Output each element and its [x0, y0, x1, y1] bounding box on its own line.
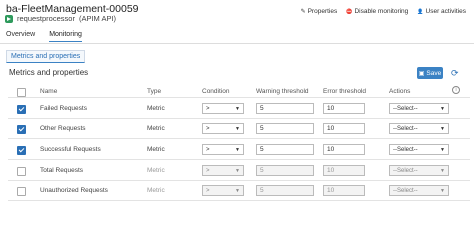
actions-value: --Select--: [393, 105, 418, 112]
row-divider: [8, 118, 470, 119]
tab-overview[interactable]: Overview: [6, 31, 35, 42]
condition-select[interactable]: > ▼: [202, 144, 244, 155]
col-warning: Warning threshold: [256, 88, 309, 95]
pencil-icon: ✎: [300, 9, 306, 15]
chevron-down-icon: ▼: [440, 187, 445, 194]
tab-monitoring[interactable]: Monitoring: [49, 31, 82, 42]
api-icon: [5, 14, 13, 23]
actions-select[interactable]: --Select-- ▼: [389, 103, 449, 114]
row-divider: [8, 180, 470, 181]
chevron-down-icon: ▼: [440, 105, 445, 112]
metric-name: Other Requests: [40, 125, 86, 132]
error-threshold-input[interactable]: 10: [323, 123, 365, 134]
chevron-down-icon: ▼: [440, 167, 445, 174]
metric-type: Metric: [147, 105, 165, 112]
header-actions: ✎ Properties ⛔ Disable monitoring 👤 User ac…: [301, 8, 466, 15]
actions-value: --Select--: [393, 167, 418, 174]
resource-subtitle: requestprocessor (APIM API): [5, 14, 116, 23]
error-threshold-input[interactable]: 10: [323, 103, 365, 114]
error-threshold-input[interactable]: 10: [323, 165, 365, 176]
warning-threshold-input[interactable]: 5: [256, 103, 314, 114]
resource-name: requestprocessor: [17, 14, 75, 23]
condition-select[interactable]: > ▼: [202, 185, 244, 196]
condition-select[interactable]: > ▼: [202, 165, 244, 176]
row-checkbox[interactable]: [17, 167, 26, 176]
warning-threshold-input[interactable]: 5: [256, 144, 314, 155]
user-activities-link[interactable]: 👤 User activities: [417, 8, 466, 15]
metric-name: Failed Requests: [40, 105, 87, 112]
actions-value: --Select--: [393, 187, 418, 194]
condition-select[interactable]: > ▼: [202, 103, 244, 114]
row-divider: [8, 138, 470, 139]
condition-value: >: [206, 125, 210, 132]
row-checkbox[interactable]: [17, 146, 26, 155]
metric-name: Successful Requests: [40, 146, 101, 153]
block-icon: ⛔: [346, 8, 353, 15]
condition-value: >: [206, 146, 210, 153]
actions-select[interactable]: --Select-- ▼: [389, 123, 449, 134]
chevron-down-icon: ▼: [235, 105, 240, 112]
actions-select[interactable]: --Select-- ▼: [389, 165, 449, 176]
save-icon: ▣: [418, 70, 425, 77]
main-tabs: Overview Monitoring: [6, 31, 82, 42]
actions-value: --Select--: [393, 125, 418, 132]
chevron-down-icon: ▼: [235, 167, 240, 174]
resource-type: (APIM API): [78, 14, 117, 23]
row-divider: [8, 200, 470, 201]
error-threshold-input[interactable]: 10: [323, 144, 365, 155]
chevron-down-icon: ▼: [235, 125, 240, 132]
metric-name: Total Requests: [40, 167, 83, 174]
warning-threshold-input[interactable]: 5: [256, 123, 314, 134]
actions-select[interactable]: --Select-- ▼: [389, 144, 449, 155]
properties-label: Properties: [307, 8, 338, 15]
col-actions: Actions: [389, 88, 411, 95]
select-all-checkbox[interactable]: [17, 88, 26, 97]
metric-type: Metric: [147, 146, 165, 153]
disable-monitoring-label: Disable monitoring: [354, 8, 409, 15]
chevron-down-icon: ▼: [235, 187, 240, 194]
condition-select[interactable]: > ▼: [202, 123, 244, 134]
section-title: Metrics and properties: [9, 68, 89, 77]
refresh-icon[interactable]: ⟳: [451, 68, 459, 79]
chevron-down-icon: ▼: [440, 125, 445, 132]
actions-select[interactable]: --Select-- ▼: [389, 185, 449, 196]
tab-divider: [0, 43, 474, 44]
save-button[interactable]: ▣ Save: [417, 67, 443, 79]
col-type: Type: [147, 88, 162, 95]
col-name: Name: [40, 88, 58, 95]
info-icon[interactable]: i: [452, 86, 460, 94]
actions-value: --Select--: [393, 146, 418, 153]
row-checkbox[interactable]: [17, 125, 26, 134]
subtab-metrics[interactable]: Metrics and properties: [6, 50, 86, 63]
user-icon: 👤: [417, 8, 424, 15]
chevron-down-icon: ▼: [235, 146, 240, 153]
disable-monitoring-link[interactable]: ⛔ Disable monitoring: [346, 8, 408, 15]
user-activities-label: User activities: [425, 8, 466, 15]
error-threshold-input[interactable]: 10: [323, 185, 365, 196]
row-divider: [8, 159, 470, 160]
warning-threshold-input[interactable]: 5: [256, 165, 314, 176]
header-divider: [8, 97, 470, 98]
condition-value: >: [206, 105, 210, 112]
save-label: Save: [426, 69, 442, 77]
metric-type: Metric: [147, 125, 165, 132]
properties-link[interactable]: ✎ Properties: [301, 8, 338, 15]
col-condition: Condition: [202, 88, 230, 95]
warning-threshold-input[interactable]: 5: [256, 185, 314, 196]
condition-value: >: [206, 187, 210, 194]
condition-value: >: [206, 167, 210, 174]
col-error: Error threshold: [323, 88, 366, 95]
row-checkbox[interactable]: [17, 187, 26, 196]
metric-name: Unauthorized Requests: [40, 187, 108, 194]
chevron-down-icon: ▼: [440, 146, 445, 153]
row-checkbox[interactable]: [17, 105, 26, 114]
metric-type: Metric: [147, 187, 165, 194]
metric-type: Metric: [147, 167, 165, 174]
